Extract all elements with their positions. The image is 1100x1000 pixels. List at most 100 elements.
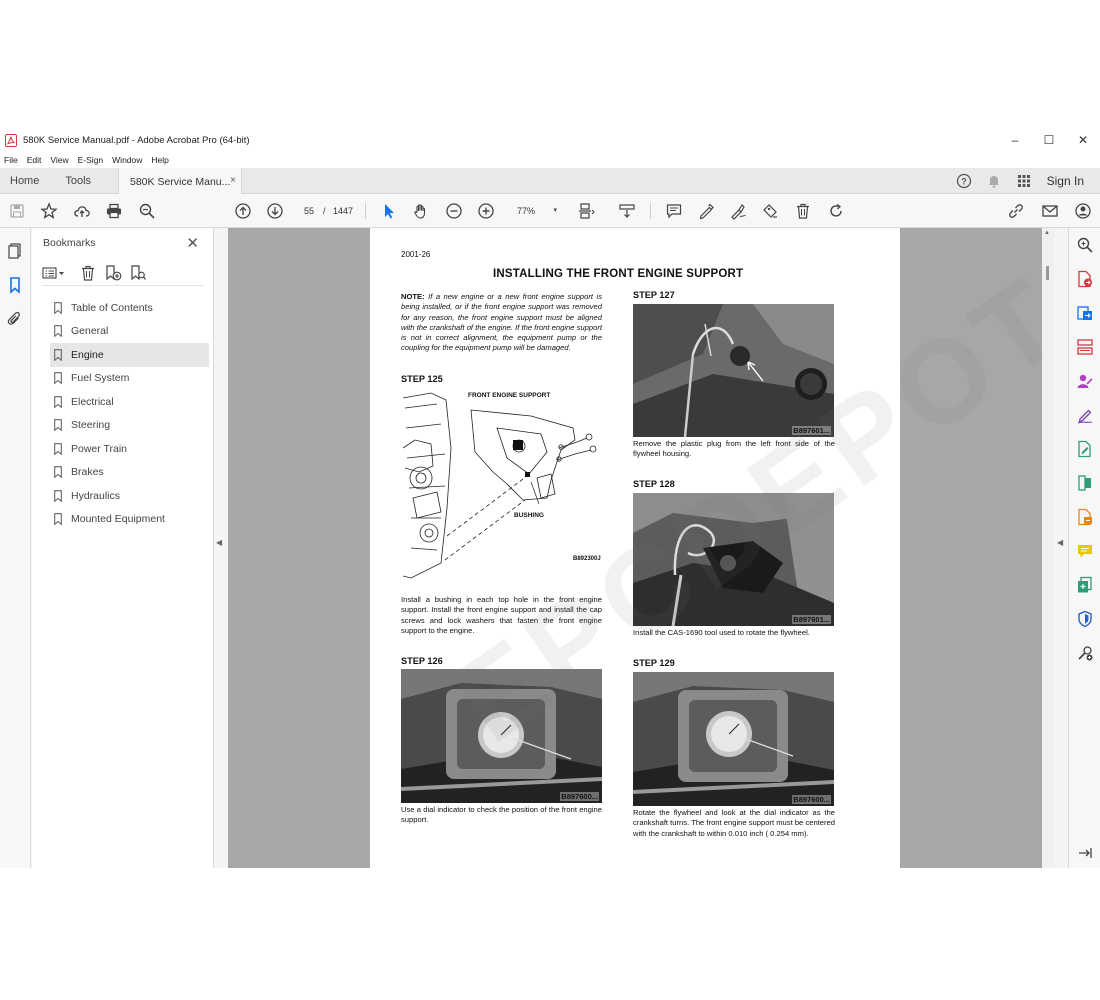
scroll-mode-icon[interactable]: [617, 201, 637, 221]
toolbar-divider: [365, 203, 366, 219]
highlight-pen-icon[interactable]: [696, 201, 716, 221]
toolbar: 55 / 1447 77% ▾: [0, 194, 1100, 228]
bookmark-item-power-train[interactable]: Power Train: [50, 437, 209, 461]
bookmark-label: Electrical: [71, 395, 114, 408]
maximize-button[interactable]: ☐: [1032, 128, 1066, 152]
search-zoom-icon[interactable]: [1076, 236, 1094, 254]
collapse-panel-icon[interactable]: [1076, 844, 1094, 862]
title-bar: 580K Service Manual.pdf - Adobe Acrobat …: [0, 128, 1100, 152]
close-panel-button[interactable]: ✕: [186, 234, 199, 252]
collapse-right-panel-icon[interactable]: ◀: [1057, 538, 1063, 547]
tab-tools[interactable]: Tools: [55, 168, 101, 194]
stamp-icon[interactable]: [760, 201, 780, 221]
page-heading: INSTALLING THE FRONT ENGINE SUPPORT: [493, 268, 744, 280]
zoom-search-icon[interactable]: [137, 201, 157, 221]
scroll-thumb[interactable]: [1046, 266, 1049, 280]
bookmark-list: Table of Contents General Engine Fuel Sy…: [50, 296, 209, 531]
bookmark-item-general[interactable]: General: [50, 320, 209, 344]
bookmark-label: General: [71, 325, 109, 338]
tab-bar: Home Tools 580K Service Manu... × ? Sign…: [0, 168, 1100, 195]
step-129-heading: STEP 129: [633, 658, 675, 668]
bookmark-item-electrical[interactable]: Electrical: [50, 390, 209, 414]
step-129-caption: Rotate the flywheel and look at the dial…: [633, 808, 835, 838]
bookmark-icon: [54, 442, 62, 455]
bookmark-item-engine[interactable]: Engine: [50, 343, 209, 367]
bookmark-options-icon[interactable]: [42, 264, 68, 282]
select-cursor-icon[interactable]: [379, 201, 399, 221]
menu-edit[interactable]: Edit: [27, 155, 42, 165]
menu-window[interactable]: Window: [112, 155, 142, 165]
save-icon[interactable]: [7, 201, 27, 221]
bookmark-icon: [54, 372, 62, 385]
bookmark-star-icon[interactable]: [39, 201, 59, 221]
scan-ocr-icon[interactable]: [1076, 508, 1094, 526]
bookmark-icon: [54, 325, 62, 338]
new-bookmark-icon[interactable]: [104, 264, 122, 282]
bookmark-item-table-of-contents[interactable]: Table of Contents: [50, 296, 209, 320]
help-icon[interactable]: ?: [949, 173, 979, 189]
protect-icon[interactable]: [1076, 610, 1094, 628]
tab-home[interactable]: Home: [0, 168, 49, 194]
page-separator: /: [323, 206, 326, 216]
draw-freehand-icon[interactable]: [728, 201, 748, 221]
share-user-icon[interactable]: [1073, 201, 1093, 221]
sign-in-button[interactable]: Sign In: [1047, 174, 1084, 188]
organize-pages-icon[interactable]: [1076, 338, 1094, 356]
pages-icon[interactable]: [6, 242, 24, 260]
close-window-button[interactable]: ✕: [1066, 128, 1100, 152]
more-tools-icon[interactable]: [1076, 644, 1094, 662]
bookmark-item-fuel-system[interactable]: Fuel System: [50, 367, 209, 391]
vertical-scrollbar[interactable]: ▲: [1042, 228, 1054, 868]
page-header-number: 2001-26: [401, 250, 431, 259]
document-viewport[interactable]: 2001-26 INSTALLING THE FRONT ENGINE SUPP…: [228, 228, 1042, 868]
edit-pdf-icon[interactable]: [1076, 440, 1094, 458]
hand-tool-icon[interactable]: [411, 201, 431, 221]
bookmark-item-brakes[interactable]: Brakes: [50, 461, 209, 485]
tab-document[interactable]: 580K Service Manu... ×: [118, 168, 242, 195]
note-paragraph: NOTE: If a new engine or a new front eng…: [401, 292, 602, 354]
apps-grid-icon[interactable]: [1009, 173, 1039, 189]
comment-icon[interactable]: [1076, 542, 1094, 560]
next-page-icon[interactable]: [265, 201, 285, 221]
menu-view[interactable]: View: [50, 155, 68, 165]
svg-text:?: ?: [961, 177, 967, 187]
request-signature-icon[interactable]: [1076, 372, 1094, 390]
toolbar-divider: [650, 203, 651, 219]
scroll-up-icon[interactable]: ▲: [1044, 230, 1050, 236]
bookmark-item-steering[interactable]: Steering: [50, 414, 209, 438]
delete-trash-icon[interactable]: [793, 201, 813, 221]
upload-cloud-icon[interactable]: [72, 201, 92, 221]
menu-esign[interactable]: E-Sign: [78, 155, 104, 165]
zoom-level-dropdown[interactable]: 77% ▾: [508, 202, 560, 220]
previous-page-icon[interactable]: [233, 201, 253, 221]
print-icon[interactable]: [104, 201, 124, 221]
comment-icon[interactable]: [664, 201, 684, 221]
zoom-in-icon[interactable]: [476, 201, 496, 221]
rotate-icon[interactable]: [826, 201, 846, 221]
bookmark-label: Power Train: [71, 442, 128, 455]
menu-file[interactable]: File: [4, 155, 18, 165]
create-pdf-icon[interactable]: [1076, 304, 1094, 322]
bookmark-icon[interactable]: [6, 276, 24, 294]
step-128-caption: Install the CAS-1690 tool used to rotate…: [633, 628, 810, 637]
menu-help[interactable]: Help: [151, 155, 168, 165]
minimize-button[interactable]: –: [998, 128, 1032, 152]
compress-icon[interactable]: [1076, 474, 1094, 492]
notifications-bell-icon[interactable]: [979, 173, 1009, 189]
page-number-input[interactable]: 55: [297, 202, 321, 220]
zoom-out-icon[interactable]: [444, 201, 464, 221]
attachment-icon[interactable]: [6, 310, 24, 328]
page-fit-icon[interactable]: [576, 201, 596, 221]
bookmark-item-mounted-equipment[interactable]: Mounted Equipment: [50, 508, 209, 532]
export-pdf-icon[interactable]: [1076, 270, 1094, 288]
bookmark-item-hydraulics[interactable]: Hydraulics: [50, 484, 209, 508]
email-icon[interactable]: [1040, 201, 1060, 221]
link-icon[interactable]: [1006, 201, 1026, 221]
close-tab-button[interactable]: ×: [230, 175, 236, 186]
step-127-heading: STEP 127: [633, 290, 675, 300]
collapse-left-panel-icon[interactable]: ◀: [216, 538, 222, 547]
combine-icon[interactable]: [1076, 576, 1094, 594]
delete-bookmark-icon[interactable]: [79, 264, 97, 282]
find-bookmark-icon[interactable]: [129, 264, 147, 282]
fill-sign-icon[interactable]: [1076, 406, 1094, 424]
